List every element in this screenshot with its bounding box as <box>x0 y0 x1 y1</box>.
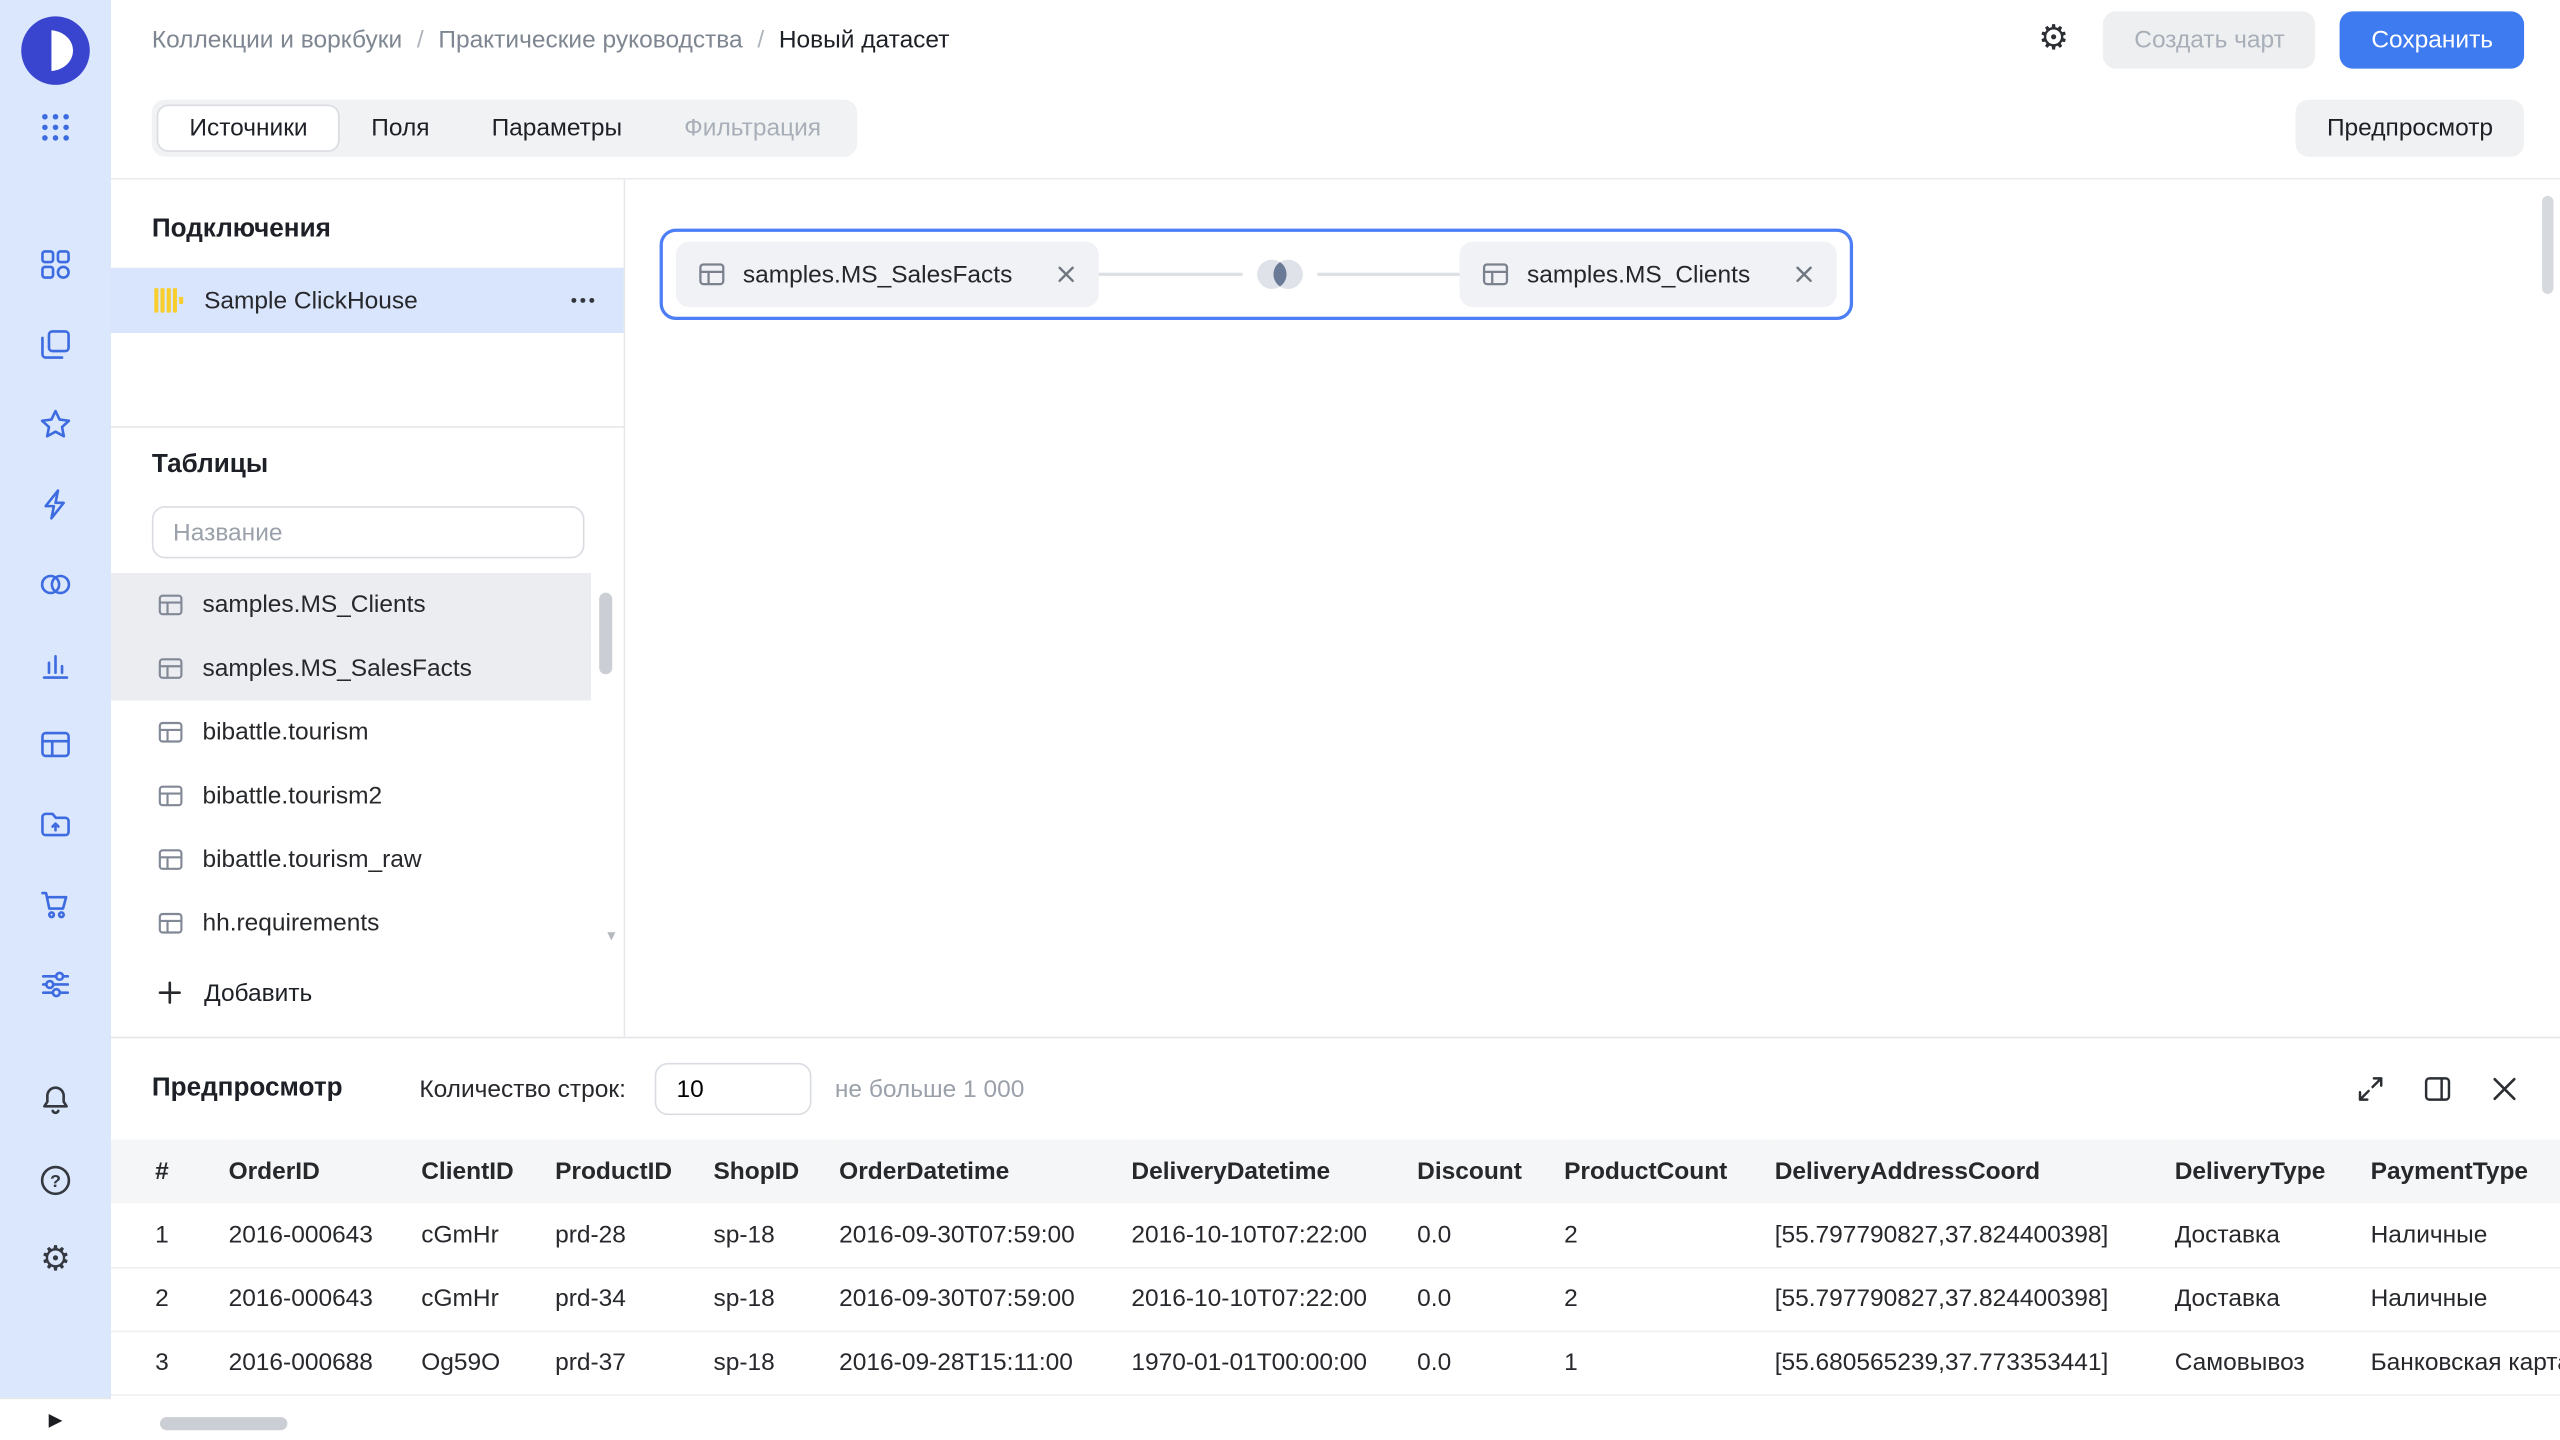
notifications-bell-icon[interactable] <box>38 1082 74 1118</box>
tab-fields[interactable]: Поля <box>340 104 460 151</box>
datasets-icon[interactable] <box>38 727 74 763</box>
table-list: samples.MS_Clients samples.MS_SalesFacts… <box>111 573 624 955</box>
save-button[interactable]: Сохранить <box>2340 11 2524 68</box>
table-list-item[interactable]: hh.requirements <box>111 891 591 955</box>
tab-parameters[interactable]: Параметры <box>461 104 654 151</box>
preview-table: # OrderID ClientID ProductID ShopID Orde… <box>111 1140 2560 1396</box>
table-list-item[interactable]: bibattle.tourism <box>111 700 591 764</box>
services-sliders-icon[interactable] <box>38 967 74 1003</box>
inner-join-icon <box>1250 255 1309 294</box>
remove-table-icon[interactable] <box>1055 263 1078 286</box>
apps-grid-icon[interactable] <box>38 109 74 145</box>
connection-name: Sample ClickHouse <box>204 287 418 315</box>
table-row: 2 2016-000643 cGmHr prd-34 sp-18 2016-09… <box>111 1267 2560 1331</box>
column-header: PaymentType <box>2371 1140 2560 1204</box>
join-group: samples.MS_SalesFacts <box>660 229 1853 320</box>
favorites-star-icon[interactable] <box>38 407 74 443</box>
sidebar: ? ⚙ ▶ <box>0 0 111 1440</box>
row-count-label: Количество строк: <box>419 1075 626 1103</box>
clickhouse-icon <box>152 284 185 317</box>
preview-panel: Предпросмотр Количество строк: не больше… <box>111 1037 2560 1440</box>
table-list-item[interactable]: samples.MS_SalesFacts <box>111 637 591 701</box>
preview-title: Предпросмотр <box>152 1074 343 1103</box>
breadcrumb-separator: / <box>757 25 764 53</box>
sidebar-collapse-button[interactable]: ▶ <box>0 1398 111 1440</box>
help-icon[interactable]: ? <box>38 1162 74 1198</box>
sidebar-nav <box>38 247 74 1003</box>
table-list-item[interactable]: samples.MS_Clients <box>111 573 591 637</box>
panel-divider <box>111 426 624 428</box>
marketplace-cart-icon[interactable] <box>38 887 74 923</box>
close-preview-icon[interactable] <box>2488 1073 2521 1106</box>
table-list-scrollbar[interactable] <box>599 593 612 675</box>
workbooks-icon[interactable] <box>38 327 74 363</box>
tab-filtering[interactable]: Фильтрация <box>653 104 852 151</box>
table-list-item[interactable]: bibattle.tourism2 <box>111 764 591 828</box>
connections-title: Подключения <box>152 216 624 245</box>
dataset-settings-gear-icon[interactable]: ⚙ <box>2038 21 2069 57</box>
add-table-button[interactable]: Добавить <box>111 968 624 1017</box>
charts-icon[interactable] <box>38 647 74 683</box>
column-header: OrderDatetime <box>839 1140 1131 1204</box>
tabs-segmented-control: Источники Поля Параметры Фильтрация <box>152 100 857 157</box>
breadcrumb-guides[interactable]: Практические руководства <box>438 25 742 53</box>
tab-bar: Источники Поля Параметры Фильтрация Пред… <box>111 78 2560 179</box>
split-view-icon[interactable] <box>2421 1073 2454 1106</box>
source-table-chip-clients[interactable]: samples.MS_Clients <box>1460 242 1837 307</box>
column-header: ProductID <box>555 1140 713 1204</box>
column-header: ProductCount <box>1564 1140 1775 1204</box>
breadcrumb-separator: / <box>417 25 424 53</box>
table-icon <box>1481 260 1510 289</box>
breadcrumb-current-dataset: Новый датасет <box>779 25 950 53</box>
sidebar-bottom: ? ⚙ <box>38 1082 74 1278</box>
column-header: DeliveryAddressCoord <box>1775 1140 2175 1204</box>
top-header: Коллекции и воркбуки / Практические руко… <box>111 0 2560 78</box>
preview-horizontal-scrollbar[interactable] <box>160 1417 287 1430</box>
table-header-row: # OrderID ClientID ProductID ShopID Orde… <box>111 1140 2560 1204</box>
sources-panel: Подключения Sample ClickHouse <box>111 180 625 1037</box>
column-header: ClientID <box>421 1140 555 1204</box>
column-header: DeliveryType <box>2175 1140 2371 1204</box>
column-header: OrderID <box>229 1140 422 1204</box>
column-header: # <box>111 1140 229 1204</box>
table-search-input[interactable] <box>152 506 585 558</box>
table-list-item[interactable]: bibattle.tourism_raw <box>111 828 591 892</box>
connection-item[interactable]: Sample ClickHouse <box>111 268 624 333</box>
join-canvas: samples.MS_SalesFacts <box>625 180 2560 1037</box>
scroll-down-arrow-icon[interactable]: ▾ <box>607 927 615 945</box>
table-row: 3 2016-000688 Og59O prd-37 sp-18 2016-09… <box>111 1331 2560 1395</box>
tables-title: Таблицы <box>152 451 624 480</box>
table-icon <box>697 260 726 289</box>
column-header: DeliveryDatetime <box>1131 1140 1417 1204</box>
canvas-vertical-scrollbar[interactable] <box>2542 196 2553 294</box>
tab-sources[interactable]: Источники <box>157 104 341 151</box>
join-type-button[interactable] <box>1242 250 1317 299</box>
preview-toggle-button[interactable]: Предпросмотр <box>2296 100 2524 157</box>
column-header: Discount <box>1417 1140 1564 1204</box>
svg-text:?: ? <box>50 1171 61 1191</box>
row-count-hint: не больше 1 000 <box>835 1075 1024 1103</box>
plus-icon <box>157 980 183 1006</box>
create-chart-button[interactable]: Создать чарт <box>2103 11 2316 68</box>
connections-icon[interactable] <box>38 567 74 603</box>
column-header: ShopID <box>713 1140 839 1204</box>
connection-menu-button[interactable] <box>568 286 597 315</box>
remove-table-icon[interactable] <box>1793 263 1816 286</box>
quick-actions-icon[interactable] <box>38 487 74 523</box>
settings-gear-icon[interactable]: ⚙ <box>38 1242 74 1278</box>
join-connector <box>1099 242 1460 307</box>
row-count-input[interactable] <box>655 1063 812 1115</box>
preview-header: Предпросмотр Количество строк: не больше… <box>111 1038 2560 1139</box>
storage-folder-icon[interactable] <box>38 807 74 843</box>
source-table-chip-salesfacts[interactable]: samples.MS_SalesFacts <box>676 242 1099 307</box>
dashboards-icon[interactable] <box>38 247 74 283</box>
breadcrumb: Коллекции и воркбуки / Практические руко… <box>152 25 950 53</box>
datalens-logo[interactable] <box>20 15 92 87</box>
expand-preview-icon[interactable] <box>2354 1073 2387 1106</box>
datalens-dataset-editor: ? ⚙ ▶ Коллекции и воркбуки / Практически… <box>0 0 2560 1440</box>
main-area: Коллекции и воркбуки / Практические руко… <box>111 0 2560 1440</box>
collapse-arrow-icon: ▶ <box>49 1409 63 1430</box>
breadcrumb-collections[interactable]: Коллекции и воркбуки <box>152 25 402 53</box>
table-row: 1 2016-000643 cGmHr prd-28 sp-18 2016-09… <box>111 1203 2560 1267</box>
